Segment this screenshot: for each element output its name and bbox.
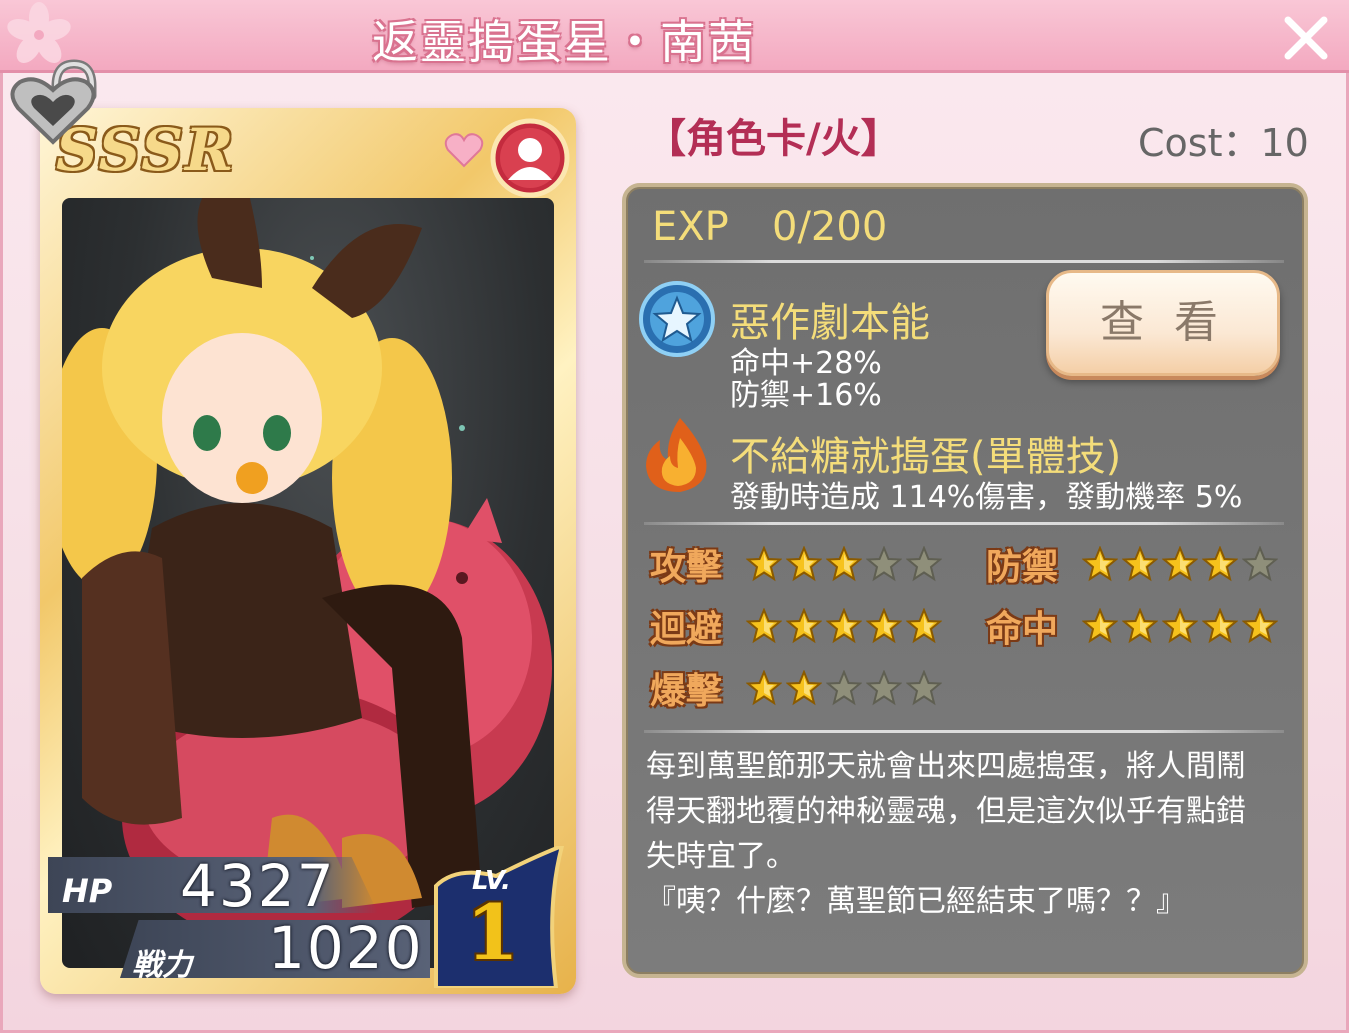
star-filled-icon (745, 607, 783, 648)
exp-value: 0/200 (772, 204, 888, 250)
close-icon[interactable] (1276, 10, 1336, 66)
star-filled-icon (1201, 545, 1239, 586)
star-empty-icon (905, 545, 943, 586)
description-line: 『咦？什麼？萬聖節已經結束了嗎？？』 (646, 884, 1186, 919)
star-filled-icon (1161, 545, 1199, 586)
flame-icon (646, 418, 707, 492)
hp-label: HP (62, 872, 113, 910)
star-filled-icon (745, 545, 783, 586)
star-filled-icon (825, 545, 863, 586)
active-skill-desc: 發動時造成 114%傷害，發動機率 5% (730, 480, 1243, 515)
star-filled-icon (905, 607, 943, 648)
star-filled-icon (1121, 607, 1159, 648)
stat-stars (745, 545, 943, 586)
star-badge-icon (639, 281, 715, 357)
power-value: 1020 (268, 914, 424, 982)
passive-skill-effect: 防禦+16% (730, 378, 882, 413)
stat-stars (745, 607, 943, 648)
description-line: 每到萬聖節那天就會出來四處搗蛋，將人間鬧 (646, 749, 1246, 784)
page-title: 返靈搗蛋星・南茜 (372, 15, 756, 69)
star-empty-icon (865, 669, 903, 710)
heart-icon (444, 133, 484, 168)
star-filled-icon (865, 607, 903, 648)
description-line: 得天翻地覆的神秘靈魂，但是這次似乎有點錯 (646, 794, 1246, 829)
stat-label: 迴避 (650, 609, 723, 650)
star-filled-icon (745, 669, 783, 710)
view-button[interactable]: 查 看 (1046, 270, 1280, 376)
person-icon[interactable] (490, 118, 570, 198)
stat-label: 攻擊 (650, 547, 723, 588)
stat-stars (745, 669, 943, 710)
exp-label: EXP (652, 204, 729, 250)
level-value: 1 (466, 888, 519, 977)
star-filled-icon (1241, 607, 1279, 648)
star-filled-icon (1121, 545, 1159, 586)
stat-stars (1081, 607, 1279, 648)
heart-lock-icon[interactable] (8, 56, 103, 148)
hp-value: 4327 (180, 852, 336, 920)
card-type-label: 【角色卡/火】 (646, 116, 901, 162)
stat-label: 命中 (986, 609, 1059, 650)
divider (644, 730, 1284, 733)
star-filled-icon (785, 607, 823, 648)
star-filled-icon (1201, 607, 1239, 648)
star-filled-icon (1161, 607, 1199, 648)
stat-stars (1081, 545, 1279, 586)
stat-label: 爆擊 (650, 671, 723, 712)
star-filled-icon (785, 669, 823, 710)
title-bar: 返靈搗蛋星・南茜 (0, 0, 1349, 73)
star-empty-icon (825, 669, 863, 710)
star-filled-icon (1081, 545, 1119, 586)
description-line: 失時宜了。 (646, 839, 796, 874)
star-empty-icon (905, 669, 943, 710)
cost-label: Cost：10 (1138, 121, 1309, 165)
stat-label: 防禦 (986, 547, 1059, 588)
power-label: 戦力 (132, 948, 192, 983)
character-description: 每到萬聖節那天就會出來四處搗蛋，將人間鬧 得天翻地覆的神秘靈魂，但是這次似乎有點… (646, 744, 1296, 924)
star-filled-icon (1081, 607, 1119, 648)
star-empty-icon (865, 545, 903, 586)
star-filled-icon (785, 545, 823, 586)
divider (644, 260, 1284, 263)
divider (644, 522, 1284, 525)
star-filled-icon (825, 607, 863, 648)
star-empty-icon (1241, 545, 1279, 586)
